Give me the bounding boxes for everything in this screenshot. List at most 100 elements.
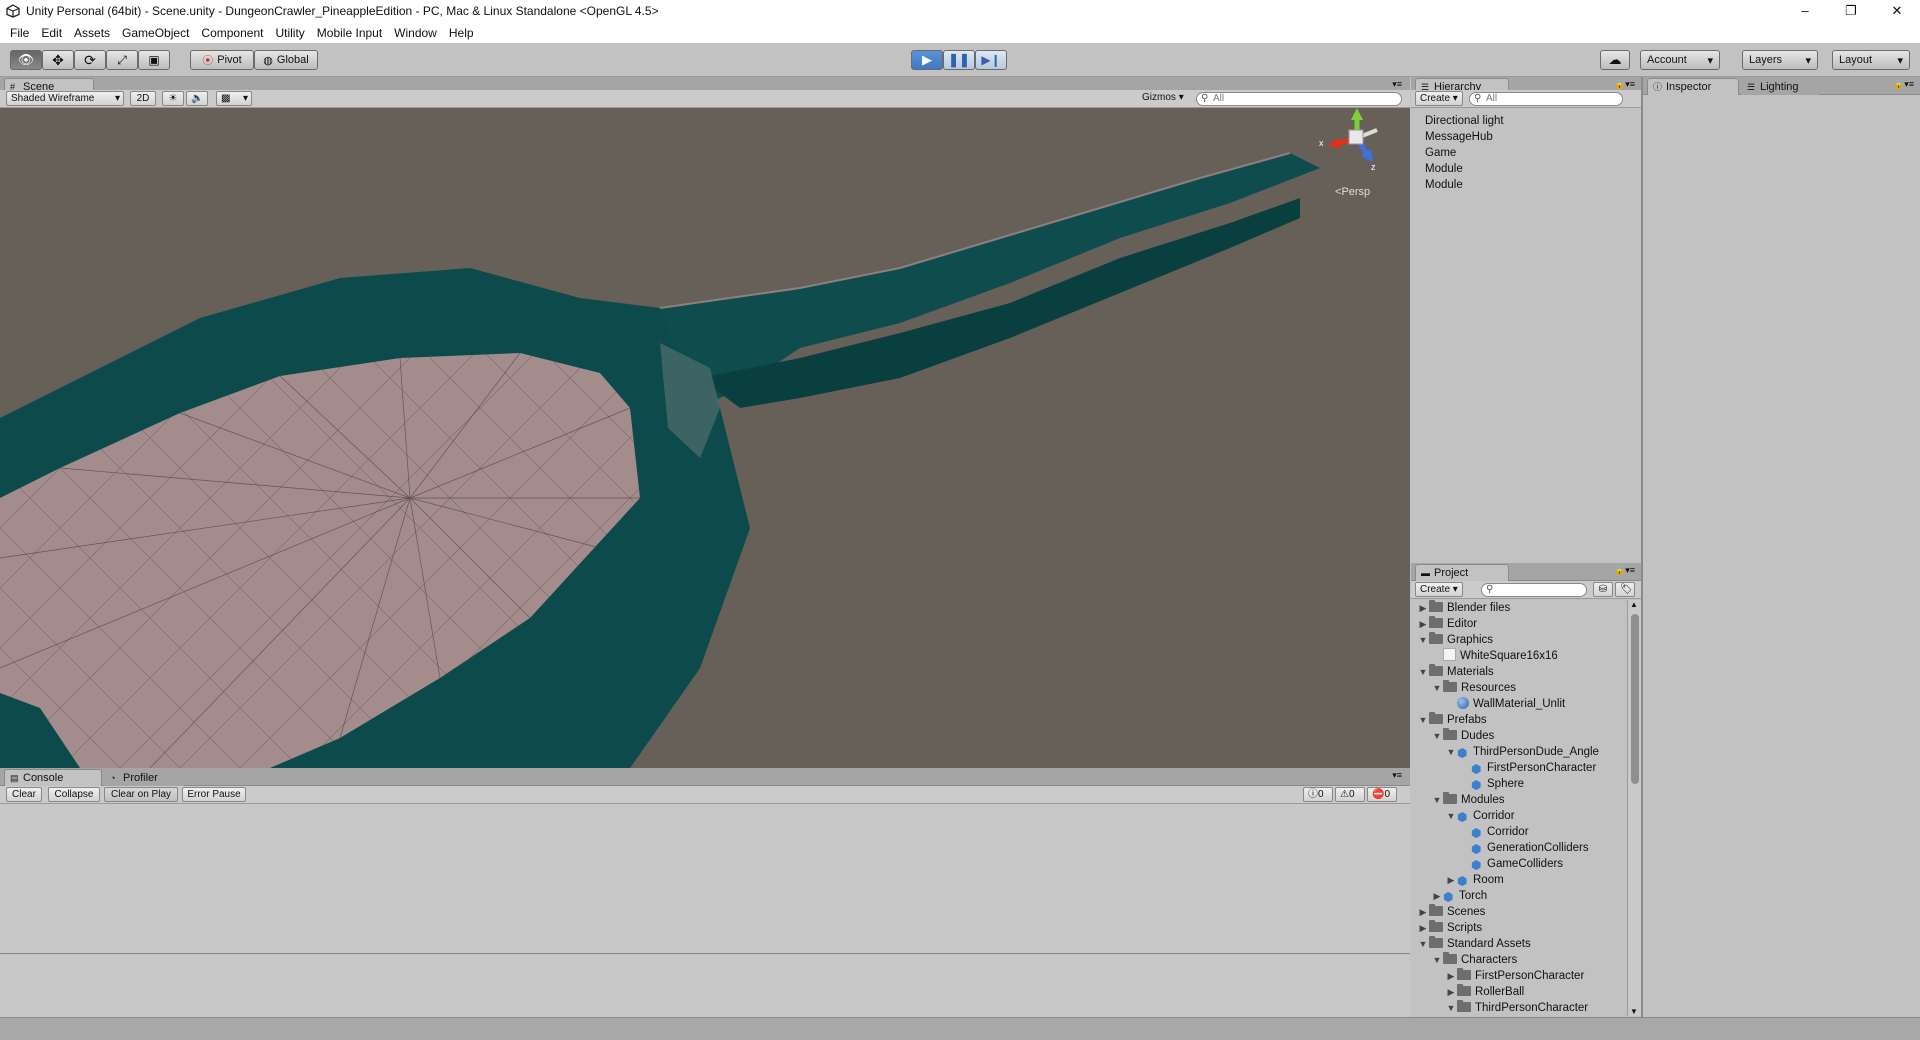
menu-assets[interactable]: Assets <box>68 26 116 40</box>
project-tree-item[interactable]: ⬢ Corridor <box>1411 824 1529 840</box>
project-tree-item[interactable]: ▶ Editor <box>1411 616 1477 632</box>
menu-component[interactable]: Component <box>195 26 269 40</box>
error-pause-toggle[interactable]: Error Pause <box>182 787 246 802</box>
expanded-arrow-icon[interactable]: ▼ <box>1417 936 1429 952</box>
menu-edit[interactable]: Edit <box>35 26 68 40</box>
close-button[interactable]: ✕ <box>1874 0 1920 22</box>
menu-gameobject[interactable]: GameObject <box>116 26 195 40</box>
play-button[interactable]: ▶ <box>911 50 943 70</box>
collapse-button[interactable]: Collapse <box>48 787 100 802</box>
tab-profiler[interactable]: ◔ Profiler <box>104 769 184 786</box>
info-filter-toggle[interactable]: ⓘ0 <box>1303 787 1333 802</box>
project-scrollbar[interactable]: ▲ ▼ <box>1627 600 1641 1016</box>
menu-file[interactable]: File <box>4 26 35 40</box>
lock-icon[interactable]: 🔒▾≡ <box>1614 565 1635 576</box>
global-toggle[interactable]: ◍ Global <box>254 50 318 70</box>
expanded-arrow-icon[interactable]: ▼ <box>1431 952 1443 968</box>
layout-dropdown[interactable]: Layout ▾ <box>1832 50 1910 70</box>
project-tree-item[interactable]: ▼ Modules <box>1411 792 1504 808</box>
warning-filter-toggle[interactable]: ⚠0 <box>1335 787 1365 802</box>
scroll-down-icon[interactable]: ▼ <box>1630 1007 1638 1016</box>
clear-button[interactable]: Clear <box>6 787 42 802</box>
console-log-area[interactable] <box>0 804 1410 954</box>
collapsed-arrow-icon[interactable]: ▶ <box>1417 600 1429 616</box>
layers-dropdown[interactable]: Layers ▾ <box>1742 50 1818 70</box>
collapsed-arrow-icon[interactable]: ▶ <box>1417 616 1429 632</box>
tab-console[interactable]: ▤ Console <box>4 769 102 786</box>
clear-on-play-toggle[interactable]: Clear on Play <box>104 787 178 802</box>
project-tree-item[interactable]: ⬢ Sphere <box>1411 776 1524 792</box>
toggle-2d-button[interactable]: 2D <box>130 91 156 106</box>
collapsed-arrow-icon[interactable]: ▶ <box>1417 904 1429 920</box>
hierarchy-create-dropdown[interactable]: Create ▾ <box>1415 91 1463 106</box>
expanded-arrow-icon[interactable]: ▼ <box>1431 792 1443 808</box>
expanded-arrow-icon[interactable]: ▼ <box>1445 1000 1457 1016</box>
effects-dropdown[interactable]: ▩ ▾ <box>216 91 252 106</box>
project-tree-item[interactable]: ⬢ GameColliders <box>1411 856 1563 872</box>
shading-mode-dropdown[interactable]: Shaded Wireframe ▾ <box>6 91 124 106</box>
hierarchy-item[interactable]: MessageHub <box>1411 129 1641 145</box>
scene-search-input[interactable]: All <box>1196 92 1402 106</box>
filter-by-label-button[interactable]: 🏷 <box>1615 582 1635 597</box>
move-tool-button[interactable]: ✥ <box>42 50 74 70</box>
hierarchy-search-input[interactable]: All <box>1469 92 1623 106</box>
step-button[interactable]: ▶❙ <box>975 50 1007 70</box>
project-tree-item[interactable]: ▼ ⬢ Corridor <box>1411 808 1515 824</box>
project-tree-item[interactable]: ▼ Materials <box>1411 664 1494 680</box>
project-tree-item[interactable]: ▶ ⬢ Torch <box>1411 888 1488 904</box>
collapsed-arrow-icon[interactable]: ▶ <box>1445 968 1457 984</box>
maximize-button[interactable]: ❐ <box>1828 0 1874 22</box>
panel-menu-icon[interactable]: ▾≡ <box>1392 79 1402 90</box>
pivot-toggle[interactable]: ⦿ Pivot <box>190 50 254 70</box>
expanded-arrow-icon[interactable]: ▼ <box>1417 632 1429 648</box>
lighting-toggle[interactable]: ☀ <box>162 91 184 106</box>
project-tree-item[interactable]: ▼ Standard Assets <box>1411 936 1531 952</box>
rotate-tool-button[interactable]: ⟳ <box>74 50 106 70</box>
project-tree-item[interactable]: WallMaterial_Unlit <box>1411 696 1565 712</box>
collapsed-arrow-icon[interactable]: ▶ <box>1445 984 1457 1000</box>
project-tree-item[interactable]: ⬢ GenerationColliders <box>1411 840 1589 856</box>
audio-toggle[interactable]: 🔈 <box>186 91 208 106</box>
project-tree-item[interactable]: ▶ Scripts <box>1411 920 1482 936</box>
project-tree-item[interactable]: ▶ Scenes <box>1411 904 1485 920</box>
scroll-up-icon[interactable]: ▲ <box>1630 600 1638 609</box>
project-tree-item[interactable]: ▼ ⬢ ThirdPersonDude_Angle <box>1411 744 1599 760</box>
projection-toggle[interactable]: <Persp <box>1335 186 1370 198</box>
tab-inspector[interactable]: ⓘ Inspector <box>1647 78 1739 95</box>
collapsed-arrow-icon[interactable]: ▶ <box>1431 888 1443 904</box>
menu-window[interactable]: Window <box>388 26 443 40</box>
menu-help[interactable]: Help <box>443 26 480 40</box>
project-tree-item[interactable]: ▼ Resources <box>1411 680 1516 696</box>
scale-tool-button[interactable]: ⤢ <box>106 50 138 70</box>
project-tree-item[interactable]: WhiteSquare16x16 <box>1411 648 1558 664</box>
project-search-input[interactable] <box>1481 583 1587 597</box>
error-filter-toggle[interactable]: ⛔0 <box>1367 787 1397 802</box>
expanded-arrow-icon[interactable]: ▼ <box>1445 808 1457 824</box>
project-tree-item[interactable]: ▶ ⬢ Room <box>1411 872 1504 888</box>
lock-icon[interactable]: 🔒▾≡ <box>1893 79 1914 90</box>
pause-button[interactable]: ❚❚ <box>943 50 975 70</box>
rect-tool-button[interactable]: ▣ <box>138 50 170 70</box>
project-tree-item[interactable]: ▼ Dudes <box>1411 728 1494 744</box>
panel-menu-icon[interactable]: ▾≡ <box>1392 770 1402 781</box>
minimize-button[interactable]: – <box>1782 0 1828 22</box>
project-tree-item[interactable]: ▶ RollerBall <box>1411 984 1524 1000</box>
expanded-arrow-icon[interactable]: ▼ <box>1431 728 1443 744</box>
expanded-arrow-icon[interactable]: ▼ <box>1445 744 1457 760</box>
project-tree-item[interactable]: ⬢ FirstPersonCharacter <box>1411 760 1596 776</box>
menu-mobile-input[interactable]: Mobile Input <box>311 26 388 40</box>
hierarchy-item[interactable]: Module <box>1411 177 1641 193</box>
expanded-arrow-icon[interactable]: ▼ <box>1417 712 1429 728</box>
filter-by-type-button[interactable]: ⛁ <box>1593 582 1613 597</box>
menu-utility[interactable]: Utility <box>269 26 310 40</box>
collapsed-arrow-icon[interactable]: ▶ <box>1445 872 1457 888</box>
lock-icon[interactable]: 🔒▾≡ <box>1614 79 1635 90</box>
expanded-arrow-icon[interactable]: ▼ <box>1417 664 1429 680</box>
hierarchy-item[interactable]: Module <box>1411 161 1641 177</box>
project-create-dropdown[interactable]: Create ▾ <box>1415 582 1463 597</box>
tab-project[interactable]: ▬ Project <box>1415 564 1509 581</box>
cloud-button[interactable]: ☁ <box>1600 50 1630 70</box>
expanded-arrow-icon[interactable]: ▼ <box>1431 680 1443 696</box>
scene-viewport[interactable]: y x z <Persp <box>0 108 1410 768</box>
project-tree-item[interactable]: ▶ Blender files <box>1411 600 1510 616</box>
